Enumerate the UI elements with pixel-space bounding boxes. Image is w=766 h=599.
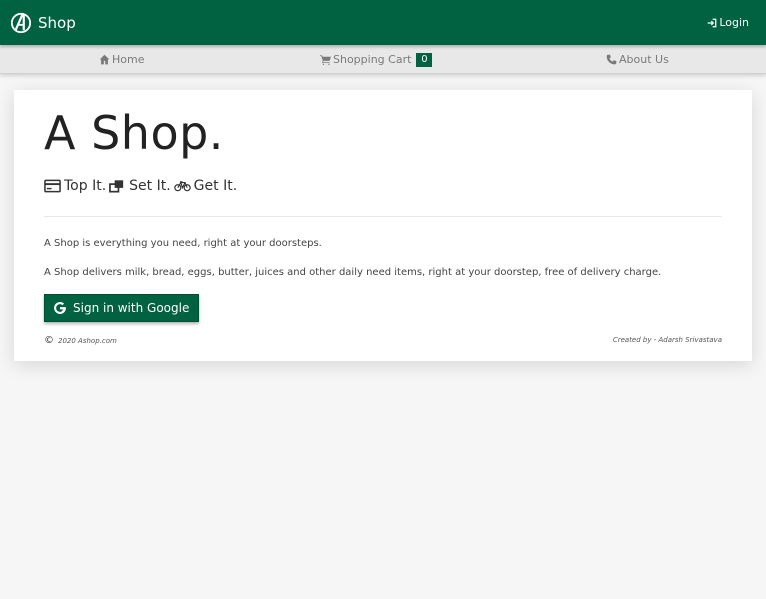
nav-about-us[interactable]: About Us <box>606 45 669 74</box>
author-credit: Created by - Adarsh Srivastava <box>612 336 722 344</box>
tagline-top-text: Top It. <box>64 178 107 194</box>
nav-about-label: About Us <box>619 53 669 66</box>
sign-in-icon <box>707 18 717 27</box>
page-title: A Shop. <box>44 106 224 160</box>
tagline-set: Set It. <box>109 178 171 194</box>
phone-icon <box>606 54 617 65</box>
divider <box>44 216 722 217</box>
nav-home-label: Home <box>112 53 145 66</box>
tagline-top: Top It. <box>44 178 106 194</box>
delivery-paragraph: A Shop delivers milk, bread, eggs, butte… <box>44 267 662 278</box>
top-navbar: Shop Login <box>0 0 766 45</box>
shopping-cart-icon <box>320 55 331 65</box>
sign-in-google-button[interactable]: Sign in with Google <box>44 294 199 322</box>
sub-navbar: Home Shopping Cart 0 About Us <box>0 45 766 74</box>
brand-link[interactable]: Shop <box>10 12 76 34</box>
copyright: © 2020 Ashop.com <box>44 335 117 346</box>
jumbotron-card: A Shop. Top It. Set It. Get It. A Shop i… <box>14 90 752 361</box>
login-label: Login <box>719 16 749 29</box>
nav-cart-label: Shopping Cart <box>333 53 412 66</box>
nav-shopping-cart[interactable]: Shopping Cart 0 <box>320 45 433 74</box>
tagline: Top It. Set It. Get It. <box>44 178 240 194</box>
bicycle-icon <box>173 181 191 192</box>
google-button-label: Sign in with Google <box>73 301 190 315</box>
tagline-get-text: Get It. <box>193 178 238 194</box>
intro-paragraph: A Shop is everything you need, right at … <box>44 238 322 249</box>
avengers-logo-icon <box>10 12 32 33</box>
google-icon <box>54 302 66 314</box>
tagline-get: Get It. <box>173 178 238 194</box>
cart-count-badge: 0 <box>416 52 433 67</box>
nav-home[interactable]: Home <box>99 45 144 74</box>
home-icon <box>99 54 110 65</box>
copyright-icon: © <box>44 335 54 346</box>
brand-name: Shop <box>38 13 76 32</box>
copyright-text: 2020 Ashop.com <box>58 336 117 345</box>
clone-icon <box>109 180 124 193</box>
credit-card-icon <box>44 179 61 193</box>
tagline-set-text: Set It. <box>129 178 171 194</box>
login-link[interactable]: Login <box>707 16 749 29</box>
